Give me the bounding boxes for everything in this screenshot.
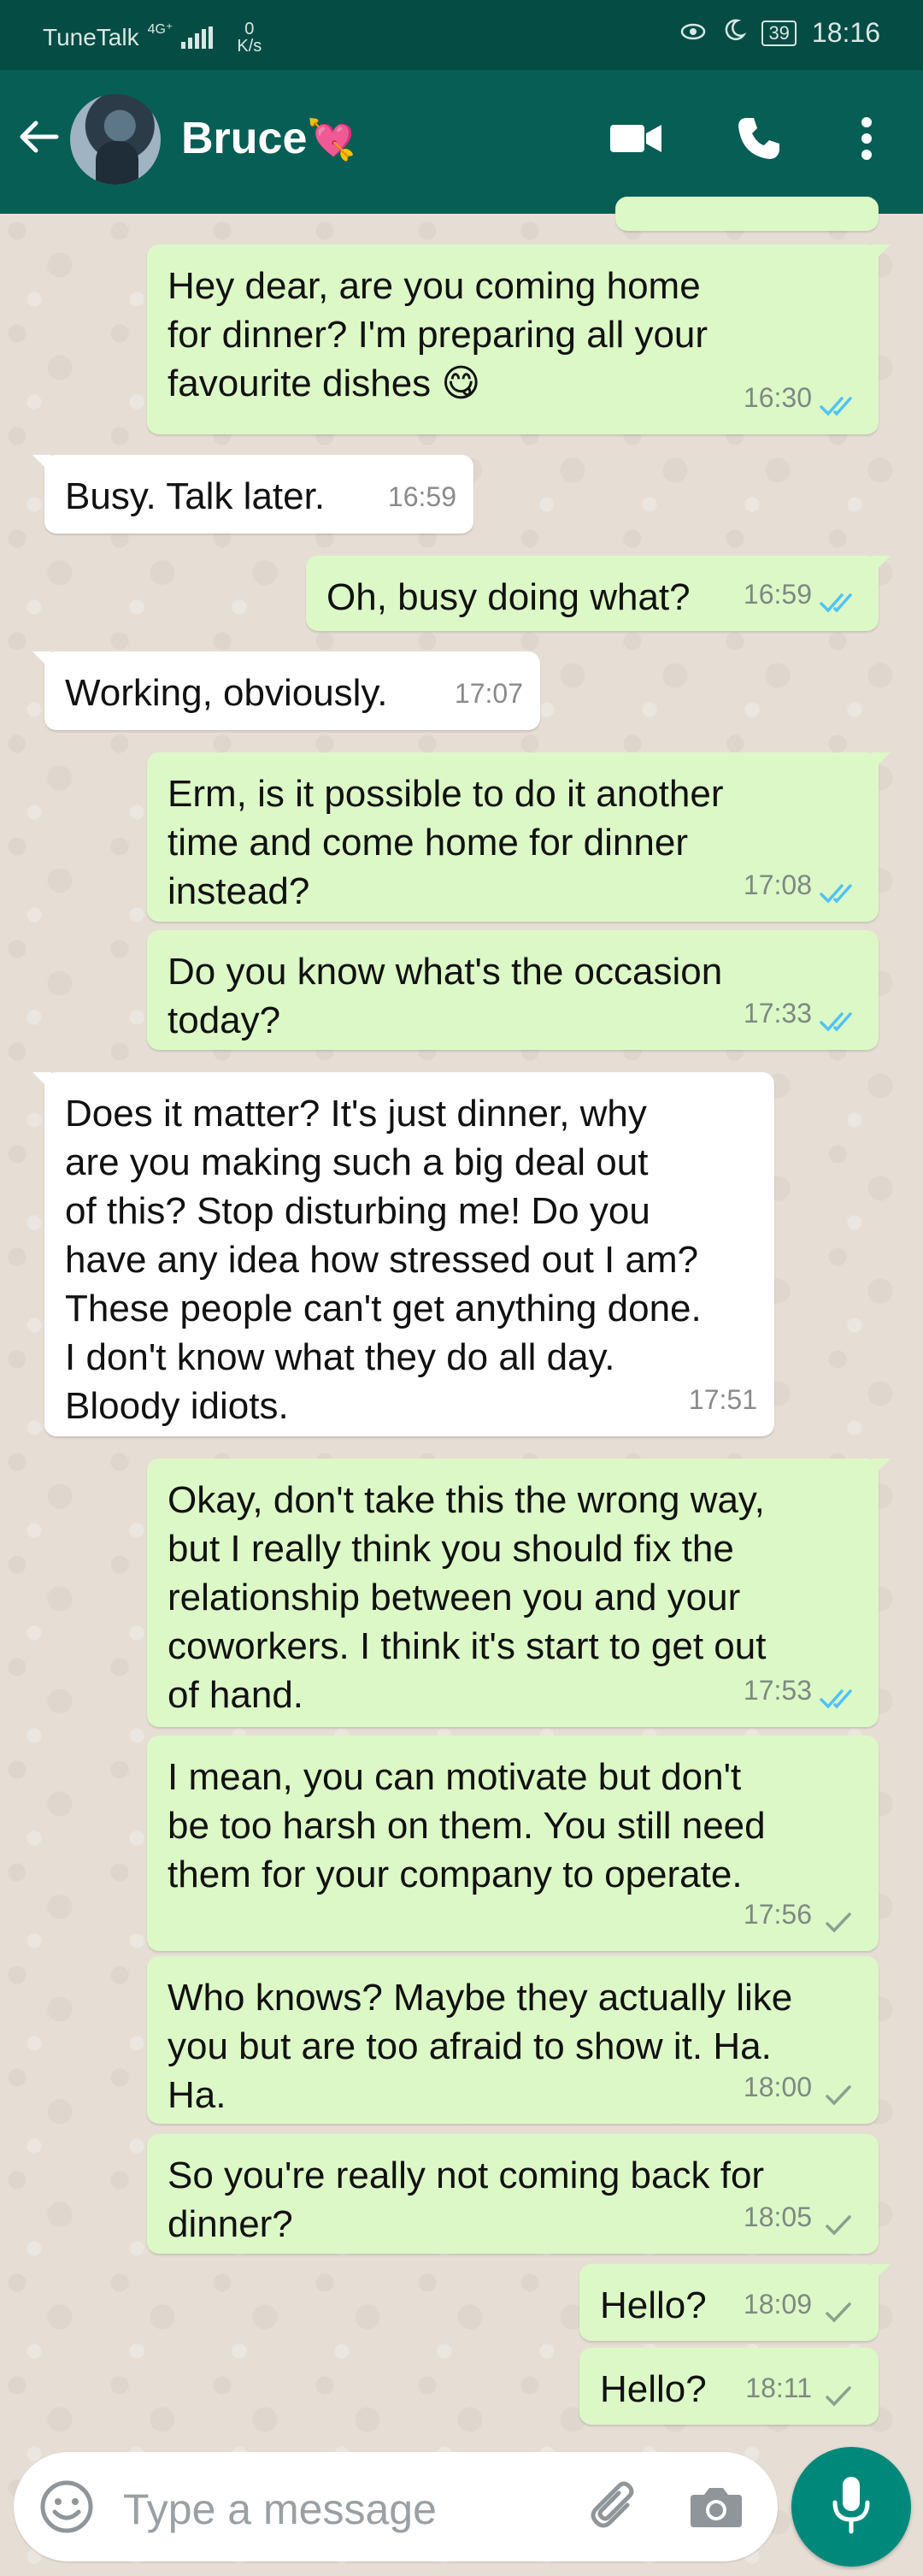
message-time: 18:00 — [743, 2072, 812, 2102]
message-time: 17:33 — [743, 998, 812, 1029]
sent-tick-icon — [819, 2075, 861, 2106]
heart-emoji: 💘 — [307, 117, 356, 162]
message-bubble-outgoing[interactable]: Oh, busy doing what? 16:59 — [306, 556, 891, 631]
message-composer[interactable]: Type a message — [14, 2452, 778, 2561]
contact-name[interactable]: Bruce💘 — [181, 113, 356, 164]
message-bubble-outgoing[interactable]: Who knows? Maybe they actually like you … — [147, 1956, 879, 2124]
message-bubble-outgoing[interactable]: Hey dear, are you coming home for dinner… — [147, 245, 891, 434]
read-double-tick-icon — [819, 1678, 861, 1709]
message-bubble-outgoing[interactable]: Do you know what's the occasion today? 1… — [147, 930, 879, 1050]
camera-icon[interactable] — [685, 2476, 747, 2538]
chat-header: Bruce💘 — [0, 70, 923, 214]
message-text: I mean, you can motivate but don't be to… — [168, 1756, 766, 1895]
video-call-icon[interactable] — [602, 104, 670, 173]
clock: 18:16 — [811, 17, 880, 48]
message-time: 18:05 — [743, 2202, 812, 2232]
sent-tick-icon — [819, 2292, 861, 2323]
read-double-tick-icon — [819, 386, 861, 416]
mic-icon — [830, 2475, 873, 2539]
message-bubble-partial — [615, 197, 879, 231]
read-double-tick-icon — [819, 582, 861, 613]
message-time: 16:59 — [387, 481, 456, 512]
network-type: 4G⁺ — [147, 22, 173, 37]
message-time: 17:07 — [454, 678, 523, 709]
sent-tick-icon — [819, 2205, 861, 2236]
message-bubble-outgoing[interactable]: Erm, is it possible to do it another tim… — [147, 752, 891, 922]
contact-avatar[interactable] — [70, 94, 161, 185]
carrier-name: TuneTalk — [43, 24, 139, 50]
attach-icon[interactable] — [585, 2476, 646, 2538]
emoji-icon[interactable] — [36, 2476, 97, 2538]
battery-icon: 39 — [761, 20, 797, 46]
status-bar: TuneTalk 4G⁺ 0 K/s 39 18:16 — [0, 0, 923, 70]
message-bubble-outgoing[interactable]: So you're really not coming back for din… — [147, 2134, 879, 2254]
message-input[interactable]: Type a message — [123, 2485, 437, 2534]
message-bubble-outgoing[interactable]: Okay, don't take this the wrong way, but… — [147, 1459, 891, 1727]
message-bubble-incoming[interactable]: Busy. Talk later. 16:59 — [32, 455, 473, 533]
signal-icon — [181, 27, 214, 49]
message-text: Does it matter? It's just dinner, why ar… — [65, 1093, 702, 1427]
message-time: 17:51 — [688, 1384, 757, 1415]
message-bubble-incoming[interactable]: Working, obviously. 17:07 — [32, 651, 540, 730]
message-time: 16:30 — [743, 382, 812, 413]
message-bubble-outgoing[interactable]: Hello? 18:09 — [579, 2264, 891, 2341]
sent-tick-icon — [819, 2376, 861, 2407]
message-time: 18:11 — [745, 2373, 812, 2403]
mic-button[interactable] — [791, 2447, 911, 2567]
message-time: 16:59 — [743, 579, 812, 610]
message-time: 17:56 — [743, 1899, 812, 1930]
message-time: 17:53 — [743, 1675, 812, 1706]
message-text: Working, obviously. — [65, 672, 388, 714]
voice-call-icon[interactable] — [725, 104, 793, 173]
message-time: 18:09 — [743, 2289, 812, 2320]
sent-tick-icon — [819, 1902, 861, 1933]
eye-comfort-icon — [679, 17, 707, 49]
message-time: 17:08 — [743, 869, 812, 900]
do-not-disturb-moon-icon — [722, 17, 747, 49]
message-bubble-outgoing[interactable]: I mean, you can motivate but don't be to… — [147, 1736, 879, 1951]
read-double-tick-icon — [819, 873, 861, 904]
network-speed: 0 K/s — [237, 20, 262, 56]
message-bubble-incoming[interactable]: Does it matter? It's just dinner, why ar… — [32, 1072, 774, 1436]
back-arrow-icon[interactable] — [15, 113, 63, 161]
read-double-tick-icon — [819, 1001, 861, 1032]
more-options-icon[interactable] — [832, 104, 901, 173]
message-bubble-outgoing[interactable]: Hello? 18:11 — [579, 2348, 879, 2425]
